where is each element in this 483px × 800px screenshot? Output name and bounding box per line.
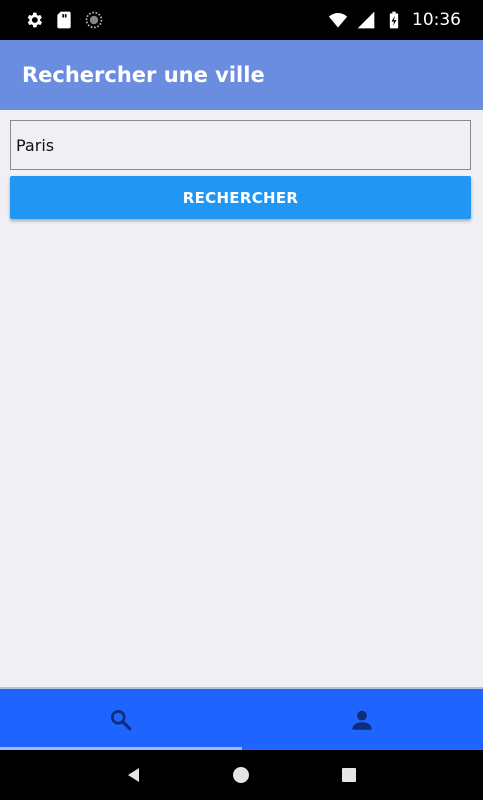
tab-profile[interactable] — [242, 689, 483, 750]
app-bar: Rechercher une ville — [0, 40, 483, 110]
signal-icon — [357, 11, 375, 29]
status-bar: 10:36 — [0, 0, 483, 40]
battery-icon — [389, 11, 399, 29]
main-content: RECHERCHER — [0, 110, 483, 687]
search-icon — [110, 709, 132, 730]
home-icon[interactable] — [231, 765, 251, 785]
sync-icon — [85, 11, 103, 29]
user-icon — [352, 710, 372, 730]
clock: 10:36 — [412, 10, 461, 30]
search-button[interactable]: RECHERCHER — [10, 176, 471, 219]
city-search-input[interactable] — [10, 120, 471, 170]
recents-icon[interactable] — [339, 765, 359, 785]
back-icon[interactable] — [124, 765, 144, 785]
system-navigation-bar — [0, 750, 483, 800]
wifi-icon — [328, 13, 348, 28]
sd-card-icon — [57, 11, 71, 29]
gear-icon — [27, 12, 43, 28]
page-title: Rechercher une ville — [22, 63, 265, 87]
bottom-tab-bar — [0, 687, 483, 750]
tab-search[interactable] — [0, 689, 242, 750]
